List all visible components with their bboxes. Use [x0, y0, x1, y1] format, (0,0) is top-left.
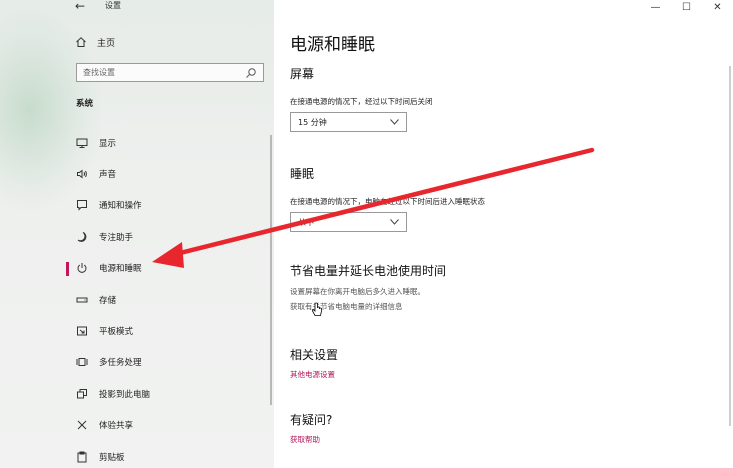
sidebar-item-label: 投影到此电脑	[99, 389, 151, 400]
related-settings-heading: 相关设置	[290, 348, 339, 362]
storage-icon	[75, 293, 88, 306]
page-title: 电源和睡眠	[290, 35, 375, 55]
sleep-timeout-dropdown[interactable]: 从不	[290, 212, 407, 232]
back-arrow-icon: ←	[74, 0, 86, 13]
minimize-button[interactable]: —	[640, 0, 671, 14]
battery-heading: 节省电量并延长电池使用时间	[290, 264, 447, 278]
app-title: 设置	[105, 1, 121, 10]
sidebar-item-label: 声音	[99, 170, 117, 181]
sidebar-item-sound[interactable]: 声音	[66, 158, 274, 189]
sidebar-item-label: 专注助手	[99, 232, 134, 243]
back-button[interactable]: ←	[70, 0, 90, 14]
search-input[interactable]	[83, 68, 233, 77]
close-button[interactable]: ✕	[702, 0, 733, 14]
screen-timeout-dropdown[interactable]: 15 分钟	[290, 112, 407, 132]
settings-window: ← 设置 主页 系统 显示	[0, 0, 733, 468]
sidebar-item-multitasking[interactable]: 多任务处理	[66, 347, 274, 378]
battery-info-link[interactable]: 获取有关节省电脑电量的详细信息	[290, 301, 403, 312]
battery-description: 设置屏幕在你离开电脑后多久进入睡眠。	[290, 287, 425, 296]
chevron-down-icon	[390, 219, 399, 225]
sidebar-item-project[interactable]: 投影到此电脑	[66, 378, 274, 409]
sleep-heading: 睡眠	[290, 167, 315, 181]
home-icon	[74, 36, 87, 49]
sidebar-item-storage[interactable]: 存储	[66, 284, 274, 315]
tablet-icon	[75, 325, 88, 338]
active-indicator	[66, 261, 69, 276]
main-scrollbar[interactable]	[729, 66, 731, 426]
power-icon	[75, 262, 88, 275]
sidebar-item-label: 主页	[97, 38, 116, 49]
minimize-icon: —	[650, 1, 661, 13]
sidebar-item-home[interactable]: 主页	[74, 34, 115, 50]
clipboard-icon	[75, 450, 88, 463]
sidebar-scrollbar[interactable]	[270, 135, 272, 405]
sidebar-item-label: 通知和操作	[99, 201, 142, 212]
sidebar-item-shared-experiences[interactable]: 体验共享	[66, 410, 274, 441]
sidebar-item-label: 电源和睡眠	[99, 264, 142, 275]
hand-cursor-icon	[311, 302, 322, 316]
share-icon	[75, 419, 88, 432]
maximize-button[interactable]: ☐	[671, 0, 702, 14]
sidebar-item-label: 多任务处理	[99, 358, 142, 369]
moon-icon	[75, 230, 88, 243]
sidebar-item-clipboard[interactable]: 剪贴板	[66, 441, 274, 468]
sidebar-item-tablet-mode[interactable]: 平板模式	[66, 315, 274, 346]
search-icon[interactable]	[244, 66, 257, 79]
main-content: — ☐ ✕ 电源和睡眠 屏幕 在接通电源的情况下，经过以下时间后关闭 15 分钟…	[274, 0, 733, 468]
close-icon: ✕	[713, 1, 722, 13]
sidebar-item-label: 剪贴板	[99, 452, 125, 463]
screen-timeout-label: 在接通电源的情况下，经过以下时间后关闭	[290, 97, 433, 106]
window-controls: — ☐ ✕	[640, 0, 733, 14]
sidebar-item-notifications[interactable]: 通知和操作	[66, 190, 274, 221]
sleep-timeout-label: 在接通电源的情况下，电脑在经过以下时间后进入睡眠状态	[290, 197, 485, 206]
get-help-link[interactable]: 获取帮助	[290, 434, 320, 445]
maximize-icon: ☐	[682, 1, 691, 13]
sidebar-item-label: 显示	[99, 138, 117, 149]
sound-icon	[75, 168, 88, 181]
sidebar-item-display[interactable]: 显示	[66, 127, 274, 158]
dropdown-value: 15 分钟	[298, 117, 327, 127]
help-heading: 有疑问?	[290, 413, 333, 427]
sidebar-item-label: 平板模式	[99, 327, 134, 338]
additional-power-settings-link[interactable]: 其他电源设置	[290, 369, 335, 380]
section-label: 系统	[76, 99, 94, 109]
sidebar-item-label: 存储	[99, 295, 117, 306]
sidebar-item-focus-assist[interactable]: 专注助手	[66, 221, 274, 252]
dropdown-value: 从不	[298, 217, 314, 227]
sidebar: ← 设置 主页 系统 显示	[0, 0, 274, 468]
screen-heading: 屏幕	[290, 67, 315, 81]
project-icon	[75, 387, 88, 400]
display-icon	[75, 136, 88, 149]
multitask-icon	[75, 356, 88, 369]
sidebar-item-power-sleep[interactable]: 电源和睡眠	[66, 253, 274, 284]
chevron-down-icon	[390, 119, 399, 125]
sidebar-item-label: 体验共享	[99, 421, 134, 432]
sidebar-nav: 显示 声音 通知和操作 专注助手 电源和睡眠 存储 平板模式 多任务处理 投影到…	[66, 127, 274, 468]
notification-icon	[75, 199, 88, 212]
search-box[interactable]	[76, 63, 264, 82]
